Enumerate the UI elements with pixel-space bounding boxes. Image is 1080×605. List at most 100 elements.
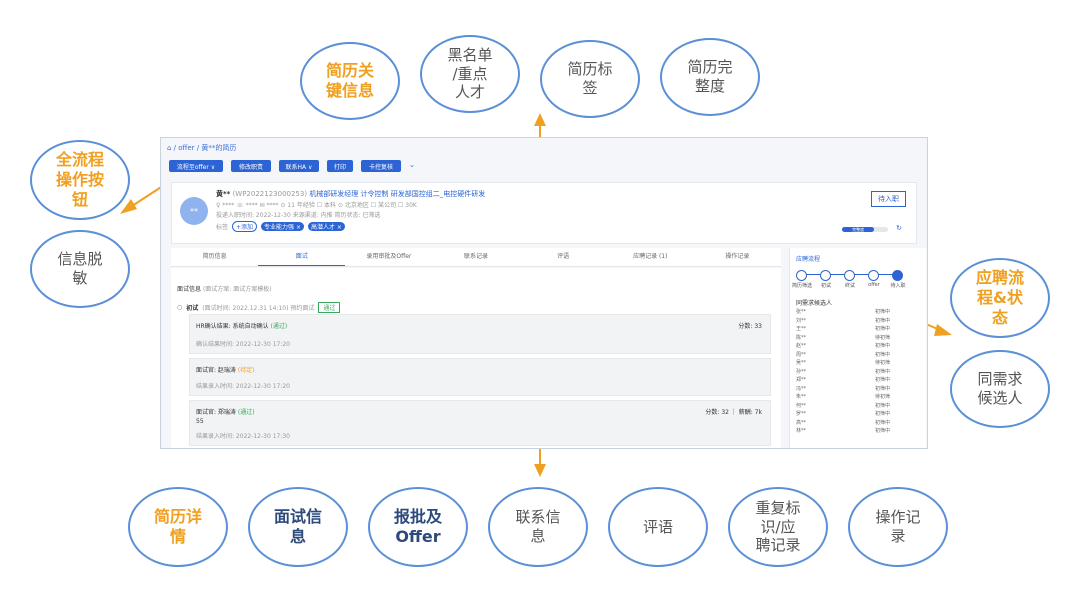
candidate-row-status: 初筛中 <box>874 402 890 409</box>
tag-chip[interactable]: 专业能力强 × <box>261 222 304 231</box>
candidate-row-status: 待初筛 <box>874 334 890 341</box>
candidate-row[interactable]: 赵** 初筛中 <box>796 342 920 351</box>
candidate-row-status: 初筛中 <box>874 317 890 324</box>
candidate-row-status: 初筛中 <box>874 419 890 426</box>
process-step-dot-current <box>892 270 903 281</box>
bubble-label: 操作记 录 <box>875 508 921 545</box>
card-status: (通过) <box>237 409 255 416</box>
candidate-row[interactable]: 罗** 初筛中 <box>796 410 920 419</box>
bubble-label: 简历关 键信息 <box>325 61 374 100</box>
candidate-row[interactable]: 高** 初筛中 <box>796 419 920 428</box>
bubble-label: 简历标 签 <box>567 60 613 97</box>
candidate-row[interactable]: 朱** 待初筛 <box>796 393 920 402</box>
candidate-id: (WP2022123000253) <box>232 190 308 198</box>
candidate-row-name: 孙** <box>796 368 807 375</box>
candidate-row-name: 罗** <box>796 411 807 417</box>
process-step-dot <box>844 270 855 281</box>
bubble-blacklist: 黑名单 /重点 人才 <box>420 35 520 113</box>
candidate-row[interactable]: 冯** 初筛中 <box>796 385 920 394</box>
candidate-row[interactable]: 张** 初筛中 <box>796 308 920 317</box>
candidate-row-status: 初筛中 <box>874 377 890 383</box>
card-body: 55 <box>196 418 204 425</box>
process-step-label: 待入职 <box>890 283 906 289</box>
card-score: 分数: 32 ｜ 薪酬: 7k <box>705 409 762 416</box>
tags-label: 标签 <box>216 224 229 231</box>
candidate-row-name: 陈** <box>796 334 807 341</box>
candidate-row-status: 初筛中 <box>874 351 890 358</box>
candidate-row[interactable]: 郑** 初筛中 <box>796 376 920 385</box>
candidate-row[interactable]: 周** 初筛中 <box>796 351 920 360</box>
process-sidebar: 应聘流程 简历筛选 初试 终试 offer 待入职 同需求候选人 张** 初筛中刘… <box>789 248 926 448</box>
tab-resume-info[interactable]: 简历信息 <box>171 248 258 266</box>
tab-application-records[interactable]: 应聘记录 (1) <box>607 248 694 266</box>
more-chevron-icon[interactable]: ⌄ <box>409 161 415 169</box>
detail-tabs: 简历信息 面试 录用审批及Offer 联系记录 评语 应聘记录 (1) 操作记录 <box>171 248 781 267</box>
candidate-row[interactable]: 孙** 初筛中 <box>796 368 920 377</box>
candidate-row[interactable]: 陈** 待初筛 <box>796 334 920 343</box>
interview-content: 面试信息 (面试方案: 面试方案模板) ○ 初试 (面试时间: 2022.12.… <box>171 268 781 448</box>
bubble-full-process-buttons: 全流程 操作按 钮 <box>30 140 130 220</box>
arrow-down-head <box>534 464 546 477</box>
round-dot-icon: ○ <box>177 304 183 311</box>
candidate-row-status: 待初筛 <box>874 360 890 366</box>
candidate-row-name: 林** <box>796 428 807 434</box>
candidate-row[interactable]: 刘** 初筛中 <box>796 317 920 326</box>
round-status-badge: 通过 <box>318 302 341 313</box>
card-time: 确认结果时间: 2022-12-30 17:20 <box>196 341 290 348</box>
bubble-resume-completeness: 简历完 整度 <box>660 38 760 116</box>
bubble-label: 信息脱 敏 <box>57 250 103 287</box>
bubble-resume-details: 简历详 情 <box>128 487 228 567</box>
onboard-button[interactable]: 待入职 <box>871 191 906 207</box>
tab-operation-log[interactable]: 操作记录 <box>694 248 781 266</box>
candidate-row-name: 赵** <box>796 343 807 349</box>
bubble-label: 全流程 操作按 钮 <box>55 150 104 209</box>
candidate-profile: ** 黄** (WP2022123000253) 机械部研发经理 计令控制 研发… <box>171 182 917 244</box>
candidate-row[interactable]: 吴** 待初筛 <box>796 359 920 368</box>
tab-contact-records[interactable]: 联系记录 <box>432 248 519 266</box>
candidate-name: 黄** <box>216 190 231 198</box>
candidate-row-status: 初筛中 <box>874 368 890 375</box>
tab-comments[interactable]: 评语 <box>520 248 607 266</box>
candidate-row-name: 郑** <box>796 377 807 383</box>
interview-card: 面试官: 赵瑞涛 (待定) 结果录入时间: 2022-12-30 17:20 <box>189 358 771 396</box>
card-score: 分数: 33 <box>738 323 762 330</box>
edit-duty-button[interactable]: 修改职责 <box>231 160 271 172</box>
bubble-info-masking: 信息脱 敏 <box>30 230 130 308</box>
section-header: 面试信息 (面试方案: 面试方案模板) <box>177 284 272 293</box>
candidate-contact-line: ♀ **** ☏ **** ✉ **** ⊙ 11 年经验 ☐ 本科 ⊙ 北京地… <box>216 202 417 209</box>
embedded-screenshot: ⌂ / offer / 黄**的简历 流程至offer ∨ 修改职责 联系HA … <box>160 137 928 449</box>
review-button[interactable]: 卡控复核 <box>361 160 401 172</box>
interview-card: HR确认结果: 系统自动确认 (通过) 分数: 33 确认结果时间: 2022-… <box>189 314 771 354</box>
candidate-meta-line: 投递入职时间: 2022-12-30 来源渠道: 内推 简历状态: 已筛选 <box>216 212 381 219</box>
refresh-icon[interactable]: ↻ <box>896 224 902 232</box>
process-step-label: offer <box>868 282 880 288</box>
bubble-label: 重复标 识/应 聘记录 <box>755 498 801 555</box>
candidate-row[interactable]: 林** 初筛中 <box>796 427 920 436</box>
candidate-row-name: 刘** <box>796 317 807 324</box>
bubble-label: 报批及 Offer <box>393 507 442 546</box>
bubble-resume-tags: 简历标 签 <box>540 40 640 118</box>
candidate-row-name: 周** <box>796 351 807 358</box>
candidate-row[interactable]: 王** 初筛中 <box>796 325 920 334</box>
interview-round: ○ 初试 (面试时间: 2022.12.31 14:10) 预约面试 通过 <box>177 302 341 313</box>
tab-approval-offer[interactable]: 录用审批及Offer <box>345 248 432 266</box>
completeness-fill: 完整度 <box>842 227 875 232</box>
bubble-label: 应聘流 程&状 态 <box>975 268 1024 327</box>
add-tag-button[interactable]: +添加 <box>232 221 258 232</box>
tag-chip[interactable]: 高潜人才 × <box>307 222 345 231</box>
candidate-row-name: 何** <box>796 402 807 409</box>
candidate-row-status: 待初筛 <box>874 394 890 400</box>
tab-interview[interactable]: 面试 <box>258 248 346 266</box>
candidate-row[interactable]: 何** 初筛中 <box>796 402 920 411</box>
process-step-label: 终试 <box>844 283 855 289</box>
section-title: 面试信息 <box>177 286 202 293</box>
bubble-label: 简历完 整度 <box>687 58 733 95</box>
candidate-list: 张** 初筛中 刘** 初筛中 王** 初筛中 陈** 待初筛 赵** 初筛中 周** 初筛中 吴** 待… <box>796 308 920 436</box>
bubble-comments: 评语 <box>608 487 708 567</box>
completeness-bar: 完整度 <box>842 227 888 232</box>
process-offer-button[interactable]: 流程至offer ∨ <box>169 160 223 172</box>
process-title: 应聘流程 <box>796 256 821 263</box>
bubble-label: 同需求 候选人 <box>977 370 1023 407</box>
print-button[interactable]: 打印 <box>327 160 353 172</box>
contact-ha-button[interactable]: 联系HA ∨ <box>279 160 319 172</box>
